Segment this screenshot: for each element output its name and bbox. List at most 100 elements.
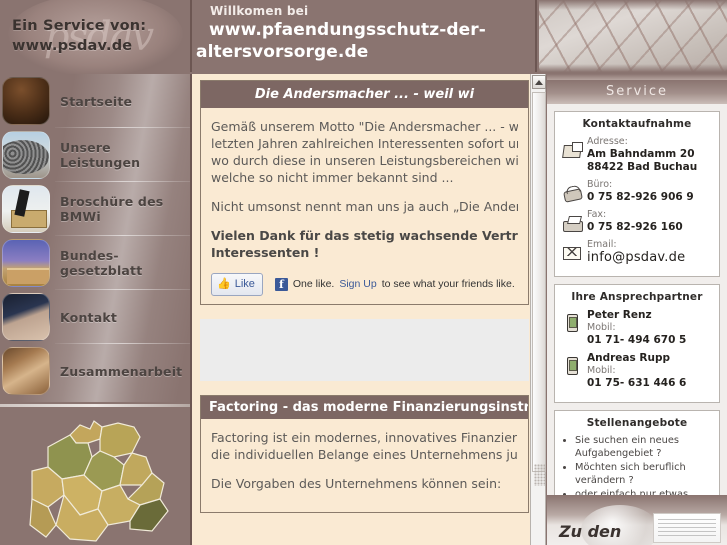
thanks-line1: Vielen Dank für das stetig wachsende Ver… (211, 228, 518, 243)
facebook-signup-link[interactable]: Sign Up (339, 276, 376, 293)
service-provider-text: Ein Service von: www.psdav.de (12, 16, 146, 56)
facebook-logo-icon: f (274, 278, 288, 291)
contact-persons-title: Ihre Ansprechpartner (571, 291, 703, 303)
right-sidebar: Service Kontaktaufnahme Adresse: Am Bahn… (547, 74, 727, 545)
site-domain-line2: altersvorsorge.de (196, 42, 369, 62)
sidebar-item-kontakt[interactable]: Kontakt (0, 290, 190, 344)
person-mobile-label: Mobil: (587, 322, 616, 333)
header-brand-block: psdav Ein Service von: www.psdav.de (0, 0, 190, 74)
contact-box: Kontaktaufnahme Adresse: Am Bahndamm 20 … (554, 111, 720, 277)
panel-factoring-body: Factoring ist ein modernes, innovatives … (201, 419, 528, 512)
germany-map-svg (29, 420, 169, 542)
handshake-icon (2, 347, 50, 395)
document-thumbnail-icon (653, 513, 721, 543)
sidebar-item-label: Broschüre des BMWi (60, 194, 164, 224)
fax-icon (561, 213, 583, 233)
person-mobile-number: 01 71- 494 670 5 (587, 334, 687, 346)
scrollbar-resize-grip[interactable] (534, 464, 545, 486)
paragraph-line: die individuellen Belange eines Unterneh… (211, 447, 518, 462)
vertical-scrollbar[interactable] (530, 74, 546, 545)
sidebar-item-startseite[interactable]: Startseite (0, 74, 190, 128)
phone-icon (561, 183, 583, 203)
gavel-house-icon (2, 185, 50, 233)
paragraph-line: wo durch diese in unseren Leistungsberei… (211, 153, 518, 168)
header-title-block: Willkomen bei www.pfaendungsschutz-der- … (190, 0, 537, 72)
coffee-mug-icon (2, 77, 50, 125)
site-domain-title: www.pfaendungsschutz-der- altersvorsorge… (196, 19, 541, 63)
coins-icon (2, 131, 50, 179)
header-photo (539, 0, 727, 72)
paragraph-line: welche so nicht immer bekannt sind ... (211, 170, 454, 185)
person-mobile-number: 01 75- 631 446 6 (587, 377, 687, 389)
embedded-content-placeholder (200, 319, 529, 381)
contact-value: 88422 Bad Buchau (587, 161, 698, 173)
paragraph-line: Factoring ist ein modernes, innovatives … (211, 430, 518, 445)
contact-value: 0 75 82-926 160 (587, 221, 683, 233)
main-navigation: Startseite Unsere Leistungen Broschüre d… (0, 74, 190, 402)
contact-persons-box: Ihre Ansprechpartner Peter Renz Mobil: 0… (554, 284, 720, 403)
jobs-bullet: Sie suchen ein neues Aufgabengebiet ? (575, 435, 713, 460)
panel-andersmacher: Die Andersmacher ... - weil wi Gemäß uns… (200, 80, 529, 305)
sidebar-item-zusammenarbeit[interactable]: Zusammenarbeit (0, 344, 190, 398)
contact-label: Büro: (587, 179, 613, 190)
email-icon (561, 243, 583, 263)
right-sidebar-bottom-banner[interactable]: Zu den (547, 495, 727, 545)
site-domain-line1: www.pfaendungsschutz-der- (209, 20, 486, 40)
scroll-up-arrow-icon[interactable] (532, 75, 546, 89)
welcome-text: Willkomen bei (210, 4, 309, 18)
mobile-phone-icon (561, 313, 583, 333)
main-content: Die Andersmacher ... - weil wi Gemäß uns… (190, 74, 537, 545)
jobs-bullet: Möchten sich beruflich verändern ? (575, 462, 713, 487)
panel-andersmacher-body: Gemäß unserem Motto "Die Andersmacher ..… (201, 108, 528, 304)
scrollbar-thumb[interactable] (532, 92, 546, 472)
contact-label: Fax: (587, 209, 607, 220)
paragraph-factoring-vorgaben: Die Vorgaben des Unternehmens können sei… (211, 476, 502, 491)
page-root: psdav Ein Service von: www.psdav.de Will… (0, 0, 727, 545)
person-name: Andreas Rupp (587, 352, 671, 364)
facebook-social-text: f One like. Sign Up to see what your fri… (274, 276, 515, 293)
jobs-box-title: Stellenangebote (586, 417, 688, 429)
left-sidebar: Startseite Unsere Leistungen Broschüre d… (0, 74, 190, 545)
mobile-phone-icon (561, 356, 583, 376)
address-icon (561, 140, 583, 160)
sidebar-item-bundesgesetzblatt[interactable]: Bundes- gesetzblatt (0, 236, 190, 290)
paragraph-factoring-intro: Factoring ist ein modernes, innovatives … (211, 429, 518, 463)
contact-email-value[interactable]: info@psdav.de (587, 251, 685, 264)
paragraph-thanks: Vielen Dank für das stetig wachsende Ver… (211, 227, 518, 261)
sidebar-item-broschuere-bmwi[interactable]: Broschüre des BMWi (0, 182, 190, 236)
contact-value: Am Bahndamm 20 (587, 148, 695, 160)
facebook-like-widget: 👍 Like f One like. Sign Up to see what y… (211, 273, 518, 296)
service-provider-line2: www.psdav.de (12, 38, 133, 54)
contact-label: Adresse: (587, 136, 628, 147)
contact-value: 0 75 82-926 906 9 (587, 191, 694, 203)
panel-factoring: Factoring - das moderne Finanzierungsins… (200, 395, 529, 513)
contact-person-row: Andreas Rupp Mobil: 01 75- 631 446 6 (561, 352, 713, 390)
paragraph-line: letzten Jahren zahlreichen Interessenten… (211, 136, 518, 151)
panel-andersmacher-title: Die Andersmacher ... - weil wi (201, 81, 528, 108)
paragraph-nickname: Nicht umsonst nennt man uns ja auch „Die… (211, 199, 518, 214)
header-photo-top-fade (539, 0, 727, 10)
panel-factoring-title: Factoring - das moderne Finanzierungsins… (201, 396, 528, 419)
contact-person-row: Peter Renz Mobil: 01 71- 494 670 5 (561, 309, 713, 347)
contact-box-title: Kontaktaufnahme (582, 118, 692, 130)
paragraph-motto: Gemäß unserem Motto "Die Andersmacher ..… (211, 118, 518, 186)
paragraph-line: Gemäß unserem Motto "Die Andersmacher ..… (211, 119, 518, 134)
header-photo-bottom-fade (539, 64, 727, 72)
site-header: psdav Ein Service von: www.psdav.de Will… (0, 0, 727, 74)
bottom-banner-label: Zu den (559, 522, 622, 541)
sidebar-item-label: Unsere Leistungen (60, 140, 141, 170)
thanks-line2: Interessenten ! (211, 245, 320, 260)
sidebar-item-label: Startseite (60, 93, 133, 109)
thumbs-up-icon: 👍 (217, 278, 231, 290)
contact-row-phone: Büro: 0 75 82-926 906 9 (561, 179, 713, 204)
facebook-like-label: Like (234, 278, 255, 290)
sidebar-item-label: Bundes- gesetzblatt (60, 248, 143, 278)
service-provider-line1: Ein Service von: (12, 18, 147, 34)
facebook-suffix-text: to see what your friends like. (381, 278, 515, 290)
facebook-like-button[interactable]: 👍 Like (211, 273, 263, 296)
contact-row-email: Email: info@psdav.de (561, 239, 713, 264)
contact-row-address: Adresse: Am Bahndamm 20 88422 Bad Buchau (561, 136, 713, 174)
brandenburg-gate-icon (2, 239, 50, 287)
sidebar-item-unsere-leistungen[interactable]: Unsere Leistungen (0, 128, 190, 182)
person-mobile-label: Mobil: (587, 365, 616, 376)
